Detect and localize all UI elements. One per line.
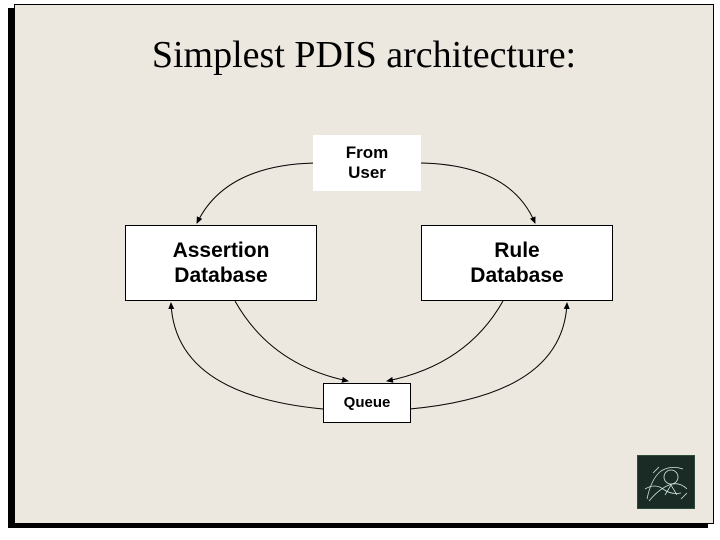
slide-body: Simplest PDIS architecture: FromUser Ass… [14,4,714,524]
node-rule-database-label: RuleDatabase [470,238,563,288]
node-from-user-label: FromUser [346,143,389,184]
node-assertion-database: AssertionDatabase [125,225,317,301]
slide-title: Simplest PDIS architecture: [15,33,713,77]
node-queue: Queue [323,383,411,423]
node-rule-database: RuleDatabase [421,225,613,301]
node-from-user: FromUser [313,135,421,191]
node-assertion-database-label: AssertionDatabase [173,238,270,288]
node-queue-label: Queue [344,394,391,412]
logo-icon [637,455,695,509]
